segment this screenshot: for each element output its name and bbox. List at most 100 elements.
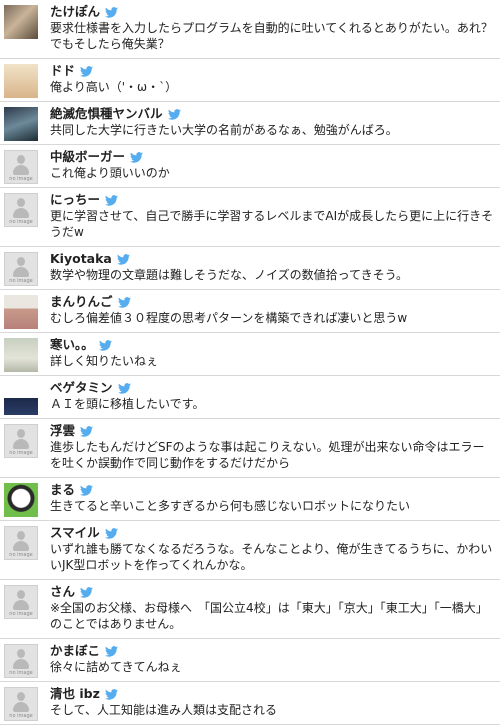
no-image-label: no image xyxy=(9,611,33,617)
no-image-label: no image xyxy=(9,219,33,225)
user-name[interactable]: ベゲタミン xyxy=(50,380,113,396)
tweet-row[interactable]: まんりんご むしろ偏差値３０程度の思考パターンを構築できれば凄いと思うw xyxy=(0,290,500,333)
tweet-row[interactable]: ドド 俺より高い（'・ω・`） xyxy=(0,59,500,102)
user-name[interactable]: たけぽん xyxy=(50,4,100,20)
user-avatar[interactable]: no image xyxy=(4,526,38,560)
twitter-bird-icon[interactable] xyxy=(80,425,94,437)
user-name[interactable]: まる xyxy=(50,482,75,498)
tweet-content: かまぼこ 徐々に詰めてきてんねぇ xyxy=(50,643,494,681)
tweet-content: スマイル いずれ誰も勝てなくなるだろうな。そんなことより、俺が生きてるうちに、かわ… xyxy=(50,525,494,579)
default-avatar-icon xyxy=(12,155,30,177)
twitter-bird-icon[interactable] xyxy=(117,296,131,308)
user-name[interactable]: 中級ボーガー xyxy=(50,149,125,165)
tweet-row[interactable]: 寒い。。 詳しく知りたいねぇ xyxy=(0,333,500,376)
user-name-line: 寒い。。 xyxy=(50,337,494,353)
tweet-text: 徐々に詰めてきてんねぇ xyxy=(50,660,182,674)
tweet-row[interactable]: no image 清也 ibz そして、人工知能は進み人類は支配される xyxy=(0,682,500,725)
user-avatar[interactable] xyxy=(4,64,38,98)
tweet-content: さん ※全国のお父様、お母様へ 「国公立4校」は「東大」「京大」「東工大」「一橋大… xyxy=(50,584,494,638)
tweet-row[interactable]: たけぽん 要求仕様書を入力したらプログラムを自動的に吐いてくれるとありがたい。あれ… xyxy=(0,0,500,59)
user-name[interactable]: にっちー xyxy=(50,192,100,208)
twitter-bird-icon[interactable] xyxy=(80,586,94,598)
tweet-text: 数学や物理の文章題は難しそうだな、ノイズの数値拾ってきそう。 xyxy=(50,268,408,282)
user-name[interactable]: 絶滅危惧種ヤンバル xyxy=(50,106,163,122)
user-name-line: 浮雲 xyxy=(50,423,494,439)
tweet-row[interactable]: ベゲタミン ＡＩを頭に移植したいです。 xyxy=(0,376,500,419)
user-name[interactable]: 浮雲 xyxy=(50,423,75,439)
tweet-row[interactable]: no image にっちー 更に学習させて、自己で勝手に学習するレベルまでAIが成長… xyxy=(0,188,500,247)
tweet-row[interactable]: no image かまぼこ 徐々に詰めてきてんねぇ xyxy=(0,639,500,682)
user-name-line: たけぽん xyxy=(50,4,494,20)
user-avatar[interactable]: no image xyxy=(4,687,38,721)
default-avatar-icon xyxy=(12,429,30,451)
tweet-text: 更に学習させて、自己で勝手に学習するレベルまでAIが成長したら更に上に行きそうだ… xyxy=(50,209,494,239)
twitter-bird-icon[interactable] xyxy=(105,194,119,206)
no-image-label: no image xyxy=(9,670,33,676)
user-name-line: 清也 ibz xyxy=(50,686,494,702)
user-avatar[interactable] xyxy=(4,295,38,329)
tweet-row[interactable]: no image Kiyotaka 数学や物理の文章題は難しそうだな、ノイズの数値拾… xyxy=(0,247,500,290)
tweet-row[interactable]: no image 浮雲 進歩したもんだけどSFのような事は起こりえない。処理が出来な… xyxy=(0,419,500,478)
twitter-bird-icon[interactable] xyxy=(105,6,119,18)
default-avatar-icon xyxy=(12,590,30,612)
user-avatar[interactable]: no image xyxy=(4,252,38,286)
user-avatar[interactable]: no image xyxy=(4,150,38,184)
tweet-text: ※全国のお父様、お母様へ 「国公立4校」は「東大」「京大」「東工大」「一橋大」の… xyxy=(50,601,488,631)
user-name-line: まる xyxy=(50,482,494,498)
tweet-text: そして、人工知能は進み人類は支配される xyxy=(50,703,278,717)
tweet-text: これ俺より頭いいのか xyxy=(50,166,170,180)
user-name-line: ドド xyxy=(50,63,494,79)
tweet-content: Kiyotaka 数学や物理の文章題は難しそうだな、ノイズの数値拾ってきそう。 xyxy=(50,251,494,289)
user-name-line: まんりんご xyxy=(50,294,494,310)
user-name[interactable]: まんりんご xyxy=(50,294,113,310)
user-name-line: ベゲタミン xyxy=(50,380,494,396)
user-avatar[interactable] xyxy=(4,338,38,372)
user-name[interactable]: スマイル xyxy=(50,525,100,541)
no-image-label: no image xyxy=(9,552,33,558)
user-name[interactable]: ドド xyxy=(50,63,75,79)
twitter-bird-icon[interactable] xyxy=(104,688,118,700)
twitter-bird-icon[interactable] xyxy=(80,65,94,77)
user-avatar[interactable]: no image xyxy=(4,644,38,678)
tweet-text: ＡＩを頭に移植したいです。 xyxy=(50,397,205,411)
tweet-text: 俺より高い（'・ω・`） xyxy=(50,80,178,94)
twitter-bird-icon[interactable] xyxy=(117,382,131,394)
user-avatar[interactable]: no image xyxy=(4,585,38,619)
user-name[interactable]: かまぼこ xyxy=(50,643,100,659)
user-avatar[interactable]: no image xyxy=(4,193,38,227)
user-name[interactable]: 寒い。。 xyxy=(50,337,94,353)
tweet-row[interactable]: 絶滅危惧種ヤンバル 共同した大学に行きたい大学の名前があるなぁ、勉強がんばろ。 xyxy=(0,102,500,145)
user-avatar[interactable] xyxy=(4,483,38,517)
user-name-line: 絶滅危惧種ヤンバル xyxy=(50,106,494,122)
tweet-text: 生きてると辛いこと多すぎるから何も感じないロボットになりたい xyxy=(50,499,411,513)
tweet-content: 絶滅危惧種ヤンバル 共同した大学に行きたい大学の名前があるなぁ、勉強がんばろ。 xyxy=(50,106,494,144)
tweet-content: 清也 ibz そして、人工知能は進み人類は支配される xyxy=(50,686,494,724)
twitter-bird-icon[interactable] xyxy=(167,108,181,120)
tweet-row[interactable]: まる 生きてると辛いこと多すぎるから何も感じないロボットになりたい xyxy=(0,478,500,521)
tweet-content: 浮雲 進歩したもんだけどSFのような事は起こりえない。処理が出来ない命令はエラーを… xyxy=(50,423,494,477)
twitter-bird-icon[interactable] xyxy=(80,484,94,496)
twitter-bird-icon[interactable] xyxy=(98,339,112,351)
user-name-line: Kiyotaka xyxy=(50,251,494,267)
tweet-row[interactable]: no image さん ※全国のお父様、お母様へ 「国公立4校」は「東大」「京大」「… xyxy=(0,580,500,639)
user-avatar[interactable]: no image xyxy=(4,424,38,458)
user-name-line: かまぼこ xyxy=(50,643,494,659)
tweet-text: 進歩したもんだけどSFのような事は起こりえない。処理が出来ない命令はエラーを吐く… xyxy=(50,440,485,470)
user-name-line: さん xyxy=(50,584,494,600)
tweet-text: いずれ誰も勝てなくなるだろうな。そんなことより、俺が生きてるうちに、かわいいJK… xyxy=(50,542,493,572)
user-name[interactable]: さん xyxy=(50,584,75,600)
user-avatar[interactable] xyxy=(4,5,38,39)
twitter-bird-icon[interactable] xyxy=(130,151,144,163)
twitter-bird-icon[interactable] xyxy=(116,253,130,265)
user-name[interactable]: Kiyotaka xyxy=(50,251,112,267)
user-name-line: スマイル xyxy=(50,525,494,541)
tweet-content: ベゲタミン ＡＩを頭に移植したいです。 xyxy=(50,380,494,418)
user-avatar[interactable] xyxy=(4,107,38,141)
twitter-bird-icon[interactable] xyxy=(105,645,119,657)
user-avatar[interactable] xyxy=(4,381,38,415)
tweet-feed: たけぽん 要求仕様書を入力したらプログラムを自動的に吐いてくれるとありがたい。あれ… xyxy=(0,0,500,725)
twitter-bird-icon[interactable] xyxy=(104,527,118,539)
tweet-row[interactable]: no image スマイル いずれ誰も勝てなくなるだろうな。そんなことより、俺が生き… xyxy=(0,521,500,580)
user-name[interactable]: 清也 ibz xyxy=(50,686,100,702)
tweet-row[interactable]: no image 中級ボーガー これ俺より頭いいのか xyxy=(0,145,500,188)
